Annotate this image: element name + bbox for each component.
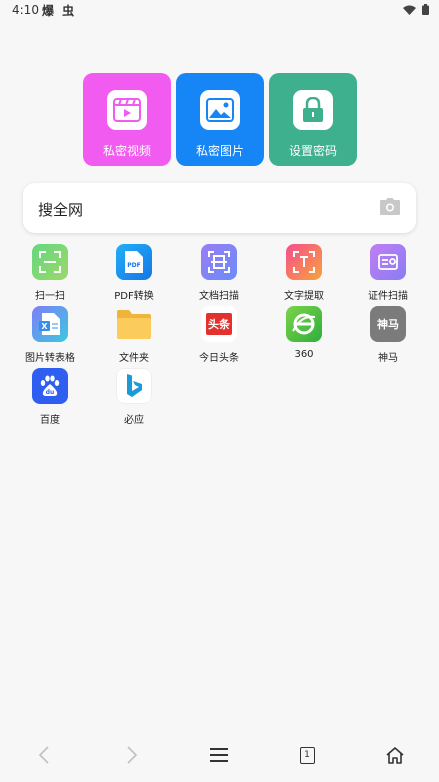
doc-scan-icon [201,244,237,280]
menu-button[interactable] [204,740,234,770]
shortcut-label: 证件扫描 [368,291,408,302]
shortcut-toutiao[interactable]: 头条 今日头条 [179,306,259,364]
shortcut-label: 文件夹 [119,353,149,364]
video-clapper-icon [107,90,147,130]
shortcut-label: 百度 [40,415,60,426]
shortcut-360[interactable]: 360 [264,306,344,360]
search-input[interactable]: 搜全网 [38,199,83,220]
shortcut-bing[interactable]: 必应 [94,368,174,426]
shortcut-image-to-table[interactable]: X 图片转表格 [10,306,90,364]
shortcut-label: 图片转表格 [25,353,75,364]
folder-icon [116,306,152,342]
status-app-glyphs: 爆 虫 [42,4,77,18]
baidu-icon: du [32,368,68,404]
svg-text:du: du [46,389,55,396]
set-password-label: 设置密码 [288,144,337,158]
camera-icon[interactable] [379,198,401,216]
search-box[interactable]: 搜全网 [23,183,416,233]
svg-text:PDF: PDF [127,262,140,269]
battery-icon [422,4,429,15]
bing-icon [116,368,152,404]
lock-icon [293,90,333,130]
menu-icon [210,748,228,762]
scan-icon [32,244,68,280]
status-right [403,4,429,15]
shortcut-label: 扫一扫 [35,291,65,302]
shortcut-scan[interactable]: 扫一扫 [10,244,90,302]
pdf-icon: PDF [116,244,152,280]
private-video-label: 私密视频 [102,144,151,158]
id-scan-icon [370,244,406,280]
svg-text:X: X [41,322,48,331]
quick-tiles: 私密视频 私密图片 设置密码 [83,73,357,166]
private-image-label: 私密图片 [195,144,244,158]
shortcut-shenma[interactable]: 神马 神马 [348,306,428,364]
tabs-button[interactable]: 1 [292,740,322,770]
bottom-nav: 1 [0,728,439,782]
wifi-icon [403,5,416,15]
shortcut-label: 今日头条 [199,353,239,364]
private-video-tile[interactable]: 私密视频 [83,73,171,166]
shortcut-pdf[interactable]: PDF PDF转换 [94,244,174,302]
set-password-tile[interactable]: 设置密码 [269,73,357,166]
chevron-right-icon [127,746,138,764]
shortcut-label: 文档扫描 [199,291,239,302]
shortcut-baidu[interactable]: du 百度 [10,368,90,426]
toutiao-icon: 头条 [201,306,237,342]
shortcut-label: 神马 [378,353,398,364]
back-button[interactable] [29,740,59,770]
forward-button[interactable] [117,740,147,770]
toutiao-logo-text: 头条 [206,313,232,335]
shortcut-label: 360 [294,349,314,360]
image-icon [200,90,240,130]
home-button[interactable] [380,740,410,770]
text-extract-icon [286,244,322,280]
shortcut-text-extract[interactable]: 文字提取 [264,244,344,302]
tabs-icon: 1 [299,746,315,764]
status-time: 4:10 [12,3,39,17]
image-to-table-icon: X [32,306,68,342]
tab-count: 1 [304,750,310,760]
status-bar: 4:10 爆 虫 [0,0,439,22]
shortcut-id-scan[interactable]: 证件扫描 [348,244,428,302]
shortcut-label: PDF转换 [114,291,154,302]
shortcut-label: 文字提取 [284,291,324,302]
browser-360-icon [286,306,322,342]
chevron-left-icon [38,746,49,764]
private-image-tile[interactable]: 私密图片 [176,73,264,166]
shortcut-doc-scan[interactable]: 文档扫描 [179,244,259,302]
shenma-icon: 神马 [370,306,406,342]
shenma-logo-text: 神马 [377,318,399,331]
home-icon [386,746,404,764]
shortcut-label: 必应 [124,415,144,426]
shortcut-folder[interactable]: 文件夹 [94,306,174,364]
